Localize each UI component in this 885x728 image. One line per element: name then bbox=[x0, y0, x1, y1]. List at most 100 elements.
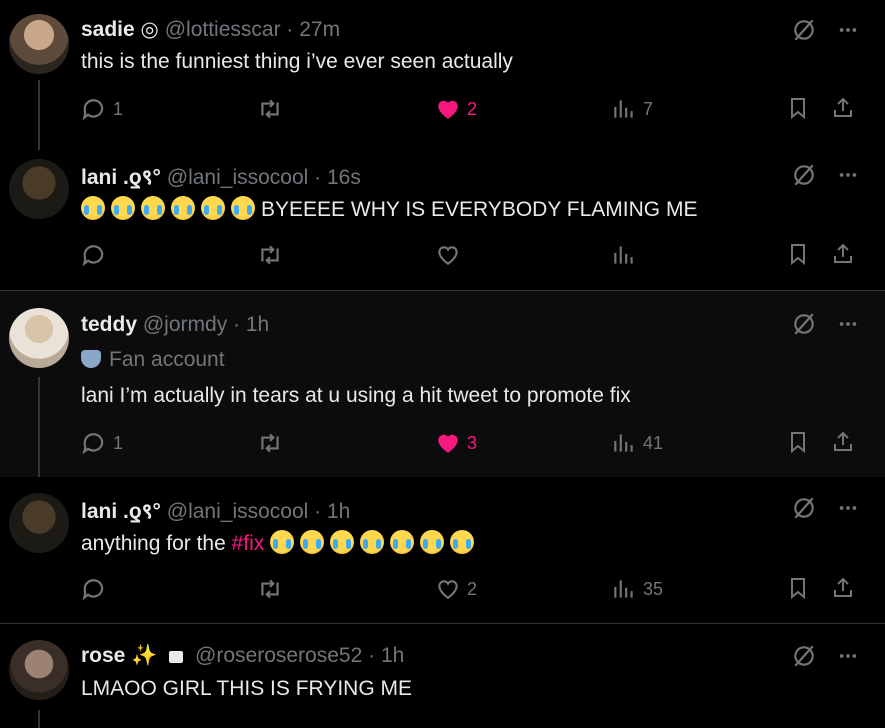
handle[interactable]: @jormdy bbox=[143, 313, 227, 336]
more-icon[interactable] bbox=[837, 645, 859, 667]
view-count: 7 bbox=[643, 98, 654, 119]
retweet-button[interactable] bbox=[257, 242, 283, 268]
tweet-lani[interactable]: lani .ƍ९° @lani_issocool · 16s BYEEEE WH… bbox=[0, 145, 885, 290]
tweet-lani-reply[interactable]: lani .ƍ९° @lani_issocool · 1h anything f… bbox=[0, 477, 885, 623]
bookmark-button[interactable] bbox=[786, 576, 810, 600]
more-icon[interactable] bbox=[837, 164, 859, 186]
bookmark-icon bbox=[786, 576, 810, 600]
tweet-header: rose ✨ @roseroserose52 · 1h bbox=[81, 644, 404, 668]
reply-button[interactable] bbox=[81, 576, 107, 602]
grok-icon[interactable] bbox=[791, 162, 817, 188]
avatar[interactable] bbox=[9, 308, 69, 368]
avatar[interactable] bbox=[9, 640, 69, 700]
like-button[interactable]: 2 bbox=[435, 576, 477, 602]
reply-button[interactable]: 1 bbox=[81, 96, 123, 122]
more-icon[interactable] bbox=[837, 313, 859, 335]
crying-emoji bbox=[330, 530, 355, 554]
views-icon bbox=[611, 242, 637, 268]
retweet-icon bbox=[257, 242, 283, 268]
timestamp[interactable]: 1h bbox=[246, 313, 269, 336]
bookmark-icon bbox=[786, 96, 810, 120]
display-name[interactable]: lani bbox=[81, 166, 117, 189]
tweet-rose[interactable]: rose ✨ @roseroserose52 · 1h LMAOO GIRL T… bbox=[0, 624, 885, 728]
handle[interactable]: @lani_issocool bbox=[167, 500, 309, 523]
views-button[interactable] bbox=[611, 242, 637, 268]
action-bar: 1 2 7 bbox=[81, 96, 859, 124]
grok-icon[interactable] bbox=[791, 17, 817, 43]
hashtag-link[interactable]: #fix bbox=[232, 532, 265, 555]
avatar[interactable] bbox=[9, 493, 69, 553]
share-button[interactable] bbox=[831, 242, 855, 266]
crying-emoji-group bbox=[270, 530, 480, 555]
views-button[interactable]: 7 bbox=[611, 96, 653, 122]
like-count: 2 bbox=[467, 578, 478, 599]
bookmark-button[interactable] bbox=[786, 96, 810, 120]
like-button[interactable]: 2 bbox=[435, 96, 477, 122]
tweet-teddy[interactable]: teddy @jormdy · 1h Fan account lani I’m … bbox=[0, 291, 885, 477]
tweet-header: teddy @jormdy · 1h bbox=[81, 313, 269, 337]
views-icon bbox=[611, 96, 637, 122]
crying-emoji bbox=[81, 196, 105, 220]
crying-emoji bbox=[360, 530, 385, 554]
retweet-button[interactable] bbox=[257, 96, 283, 122]
name-suffix: ◎ bbox=[134, 18, 159, 41]
retweet-button[interactable] bbox=[257, 430, 283, 456]
tweet-top-icons bbox=[791, 495, 859, 521]
share-button[interactable] bbox=[831, 576, 855, 600]
share-button[interactable] bbox=[831, 96, 855, 120]
more-icon[interactable] bbox=[837, 497, 859, 519]
crying-emoji bbox=[111, 196, 135, 220]
tweet-text: BYEEEE WHY IS EVERYBODY FLAMING ME bbox=[81, 196, 697, 222]
handle[interactable]: @lottiesscar bbox=[165, 18, 281, 41]
tweet-text: anything for the #fix bbox=[81, 530, 480, 556]
share-button[interactable] bbox=[831, 430, 855, 454]
timestamp[interactable]: 1h bbox=[381, 644, 404, 667]
tweet-top-icons bbox=[791, 17, 859, 43]
handle[interactable]: @roseroserose52 bbox=[195, 644, 362, 667]
avatar[interactable] bbox=[9, 159, 69, 219]
like-count: 2 bbox=[467, 98, 478, 119]
tweet-text-content: anything for the bbox=[81, 532, 232, 555]
bookmark-button[interactable] bbox=[786, 242, 810, 266]
crying-emoji bbox=[300, 530, 325, 554]
heart-icon bbox=[435, 96, 461, 122]
display-name[interactable]: rose bbox=[81, 644, 125, 667]
timestamp[interactable]: 16s bbox=[327, 166, 361, 189]
retweet-button[interactable] bbox=[257, 576, 283, 602]
more-icon[interactable] bbox=[837, 19, 859, 41]
separator: · bbox=[280, 18, 300, 41]
separator: · bbox=[227, 313, 246, 336]
grok-icon[interactable] bbox=[791, 311, 817, 337]
bookmark-button[interactable] bbox=[786, 430, 810, 454]
handle[interactable]: @lani_issocool bbox=[167, 166, 309, 189]
like-button[interactable] bbox=[435, 242, 461, 268]
display-name[interactable]: teddy bbox=[81, 313, 137, 336]
retweet-icon bbox=[257, 96, 283, 122]
bookmark-icon bbox=[786, 242, 810, 266]
display-name[interactable]: lani bbox=[81, 500, 117, 523]
tweet-sadie[interactable]: sadie ◎ @lottiesscar · 27m this is the f… bbox=[0, 0, 885, 150]
crying-emoji bbox=[420, 530, 445, 554]
like-button[interactable]: 3 bbox=[435, 430, 477, 456]
tweet-header: lani .ƍ९° @lani_issocool · 1h bbox=[81, 497, 350, 525]
timestamp[interactable]: 1h bbox=[327, 500, 350, 523]
reply-button[interactable]: 1 bbox=[81, 430, 123, 456]
grok-icon[interactable] bbox=[791, 643, 817, 669]
timestamp[interactable]: 27m bbox=[299, 18, 340, 41]
tweet-text: lani I’m actually in tears at u using a … bbox=[81, 384, 631, 407]
reply-count: 1 bbox=[113, 98, 124, 119]
views-button[interactable]: 41 bbox=[611, 430, 663, 456]
separator: · bbox=[362, 644, 381, 667]
reply-button[interactable] bbox=[81, 242, 107, 268]
grok-icon[interactable] bbox=[791, 495, 817, 521]
crying-emoji bbox=[270, 530, 295, 554]
heart-icon bbox=[435, 576, 461, 602]
name-suffix: .ƍ९° bbox=[117, 500, 161, 523]
thread-line bbox=[38, 80, 40, 150]
view-count: 41 bbox=[643, 432, 664, 453]
display-name[interactable]: sadie bbox=[81, 18, 135, 41]
action-bar bbox=[81, 242, 859, 270]
views-button[interactable]: 35 bbox=[611, 576, 663, 602]
avatar[interactable] bbox=[9, 14, 69, 74]
thread-line bbox=[38, 710, 40, 728]
